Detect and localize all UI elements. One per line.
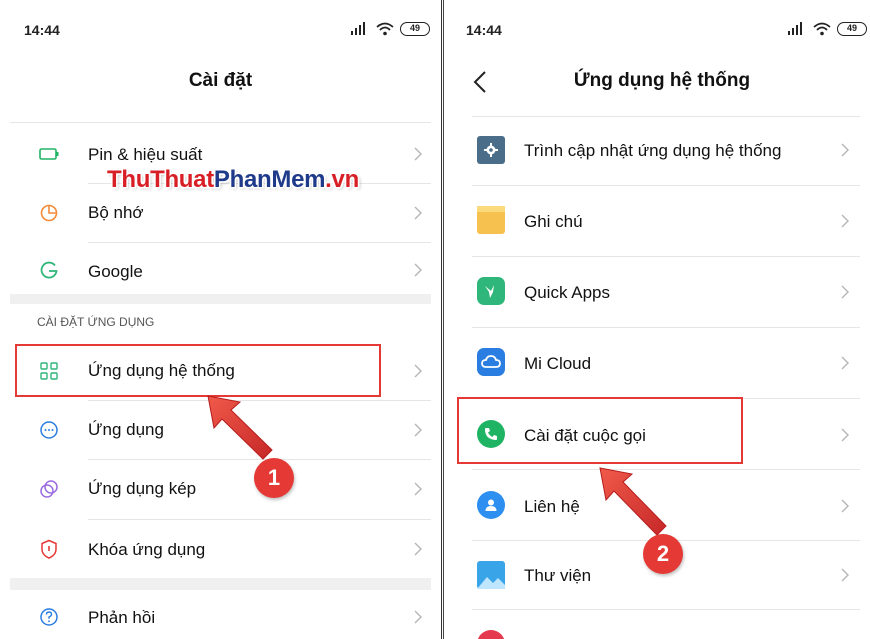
settings-item-label: Pin & hiệu suất [88,145,203,164]
signal-icon [351,22,365,35]
settings-item-label: Google [88,262,143,281]
contact-icon [477,491,505,519]
settings-item-label: Ứng dụng [88,420,164,439]
app-item-call-settings[interactable]: Cài đặt cuộc gọi [444,399,870,469]
battery-indicator: 49 [837,22,867,36]
wifi-icon [376,22,394,36]
settings-item-app-lock[interactable]: Khóa ứng dụng [0,520,441,578]
shield-lock-icon [41,539,57,559]
chevron-right-icon [841,285,849,299]
chevron-right-icon [414,423,422,437]
app-item-label: Liên hệ [524,497,580,516]
google-g-icon [40,261,58,279]
chevron-right-icon [841,214,849,228]
status-bar: 14:44 49 [444,0,870,58]
chevron-right-icon [841,143,849,157]
watermark-part: .vn [325,166,359,193]
app-item-label: Thư viện [524,566,592,585]
settings-item-label: Ứng dụng hệ thống [88,361,235,380]
chevron-right-icon [841,356,849,370]
app-item-label: Mi Cloud [524,354,592,373]
chevron-right-icon [414,263,422,277]
watermark-part: PhanMem [213,166,326,193]
grid-apps-icon [40,362,58,380]
chevron-right-icon [841,499,849,513]
settings-item-label: Bộ nhớ [88,203,144,222]
chevron-right-icon [841,428,849,442]
system-icons: 49 [350,20,430,38]
chevron-right-icon [841,568,849,582]
settings-item-label: Phản hồi [88,608,156,627]
chevron-right-icon [414,610,422,624]
status-bar: 14:44 49 [0,0,441,58]
chevron-right-icon [414,147,422,161]
wifi-icon [813,22,831,36]
app-item-quick-apps[interactable]: Quick Apps [444,257,870,327]
app-item-label: Trình cập nhật ứng dụng hệ thống [524,141,782,160]
hummingbird-icon [477,277,505,305]
divider [10,122,431,123]
signal-icon [788,22,802,35]
battery-icon [39,148,59,160]
watermark-part: ThuThuat [107,166,214,193]
settings-item-feedback[interactable]: Phản hồi [0,590,441,639]
phone-icon [477,420,505,448]
app-item-label: Quick Apps [524,283,610,302]
gallery-icon [477,561,505,589]
cloud-icon [477,348,505,376]
app-item-partial[interactable] [444,610,870,639]
question-circle-icon [40,608,58,626]
gear-icon [477,136,505,164]
app-icon-partial [477,630,505,639]
status-time: 14:44 [24,22,60,38]
settings-item-label: Ứng dụng kép [88,479,197,498]
app-item-mi-cloud[interactable]: Mi Cloud [444,328,870,398]
system-icons: 49 [787,20,867,38]
page-title: Cài đặt [188,70,253,91]
chevron-right-icon [414,542,422,556]
app-item-system-updater[interactable]: Trình cập nhật ứng dụng hệ thống [444,117,870,185]
status-time: 14:44 [466,22,502,38]
dual-circles-icon [40,480,58,498]
section-header: CÀI ĐẶT ỨNG DỤNG [37,315,155,329]
settings-item-google[interactable]: Google [0,243,441,295]
app-item-label: Cài đặt cuộc gọi [524,426,646,445]
battery-indicator: 49 [400,22,430,36]
chevron-right-icon [414,364,422,378]
storage-pie-icon [40,204,58,222]
app-item-notes[interactable]: Ghi chú [444,186,870,256]
step-badge: 1 [254,458,294,498]
dots-circle-icon [40,421,58,439]
section-gap [10,578,431,590]
settings-item-label: Khóa ứng dụng [88,540,206,559]
system-apps-screen: 14:44 49 Ứng dụng hệ thống Trình cập nhậ… [443,0,870,639]
chevron-right-icon [414,482,422,496]
chevron-right-icon [414,206,422,220]
app-item-label: Ghi chú [524,212,583,231]
watermark: ThuThuatPhanMem.vn [107,166,359,194]
section-gap [10,294,431,304]
notes-icon [477,206,505,234]
page-title: Ứng dụng hệ thống [573,70,751,91]
settings-screen: 14:44 49 Cài đặt Pin & hiệu suất Bộ nhớ … [0,0,442,639]
step-badge: 2 [643,534,683,574]
